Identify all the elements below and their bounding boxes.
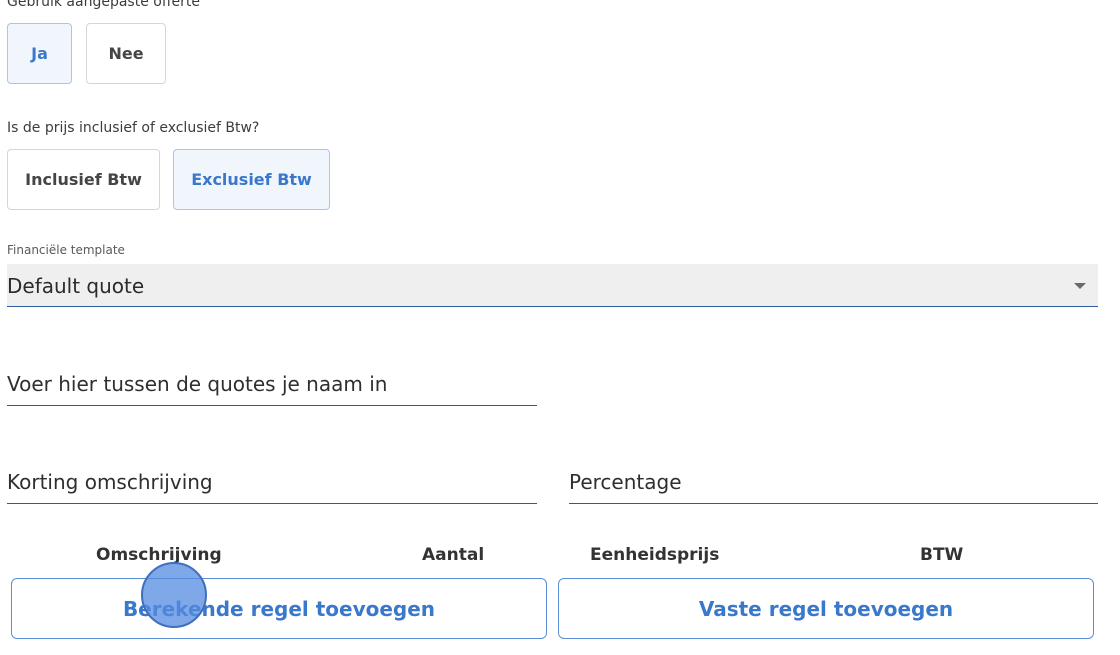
name-input-label: Voer hier tussen de quotes je naam in — [7, 372, 388, 396]
discount-percentage-input[interactable]: Percentage — [569, 458, 1098, 504]
discount-percentage-label: Percentage — [569, 470, 682, 494]
custom-quote-no-button[interactable]: Nee — [86, 23, 166, 84]
vat-inclusive-button[interactable]: Inclusief Btw — [7, 149, 160, 210]
column-header-quantity: Aantal — [422, 545, 485, 565]
discount-description-input[interactable]: Korting omschrijving — [7, 458, 537, 504]
vat-exclusive-button[interactable]: Exclusief Btw — [173, 149, 330, 210]
template-select[interactable]: Default quote — [7, 264, 1098, 307]
add-fixed-line-button[interactable]: Vaste regel toevoegen — [558, 578, 1094, 639]
column-header-unit-price: Eenheidsprijs — [590, 545, 720, 565]
discount-description-label: Korting omschrijving — [7, 470, 213, 494]
caret-down-icon — [1074, 283, 1086, 289]
vat-question-label: Is de prijs inclusief of exclusief Btw? — [7, 120, 260, 136]
column-header-vat: BTW — [920, 545, 964, 565]
template-select-value: Default quote — [7, 274, 145, 298]
template-label: Financiële template — [7, 243, 125, 257]
custom-quote-yes-button[interactable]: Ja — [7, 23, 72, 84]
add-calculated-line-button[interactable]: Berekende regel toevoegen — [11, 578, 547, 639]
column-header-description: Omschrijving — [96, 545, 222, 565]
custom-quote-label: Gebruik aangepaste offerte — [7, 0, 200, 10]
name-input[interactable]: Voer hier tussen de quotes je naam in — [7, 360, 537, 406]
